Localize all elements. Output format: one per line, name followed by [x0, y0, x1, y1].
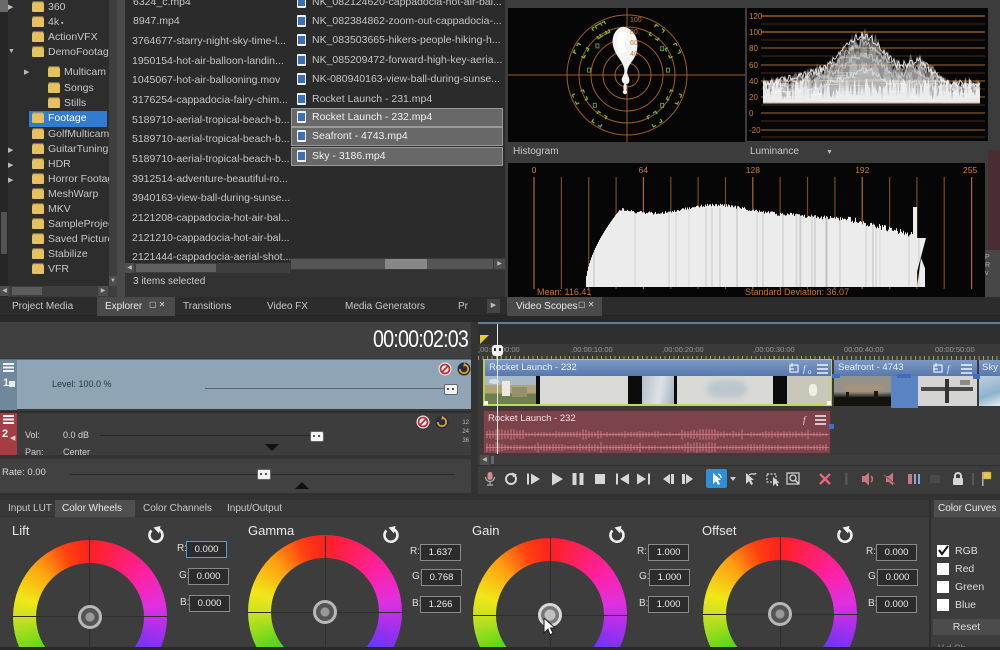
svg-text:100: 100 — [749, 28, 763, 37]
svg-text:0: 0 — [532, 165, 537, 175]
svg-text:120: 120 — [749, 12, 763, 21]
svg-text:128: 128 — [746, 165, 760, 175]
svg-text:40: 40 — [749, 77, 758, 86]
svg-text:60: 60 — [630, 40, 638, 47]
svg-text:80: 80 — [630, 29, 638, 36]
svg-text:192: 192 — [855, 165, 869, 175]
svg-text:f: f — [803, 364, 807, 374]
svg-text:f: f — [947, 364, 951, 374]
svg-text:100: 100 — [630, 17, 642, 24]
svg-text:-20: -20 — [749, 126, 761, 135]
svg-text:o: o — [808, 370, 812, 375]
svg-text:60: 60 — [749, 61, 758, 70]
svg-text:Mean: 116.41: Mean: 116.41 — [537, 287, 591, 297]
svg-text:Standard Deviation: 36.07: Standard Deviation: 36.07 — [745, 287, 849, 297]
svg-text:80: 80 — [749, 44, 758, 53]
svg-text:64: 64 — [639, 165, 649, 175]
svg-text:40: 40 — [630, 51, 638, 58]
svg-text:f: f — [803, 415, 807, 425]
svg-text:255: 255 — [963, 165, 977, 175]
svg-text:20: 20 — [749, 93, 758, 102]
svg-text:0: 0 — [749, 109, 754, 118]
